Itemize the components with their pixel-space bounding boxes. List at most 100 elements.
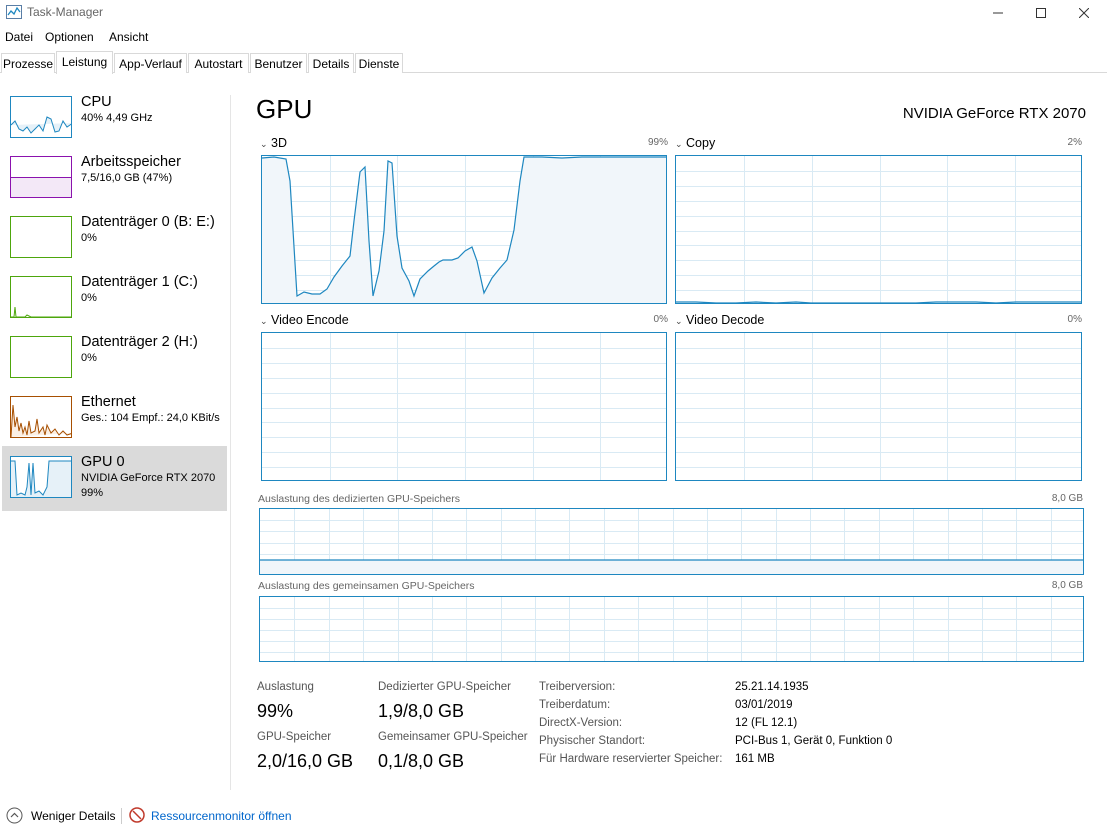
tab-bar: Prozesse Leistung App-Verlauf Autostart …: [0, 51, 1107, 74]
page-title: GPU: [256, 94, 313, 124]
sidebar-item-disk0[interactable]: Datenträger 0 (B: E:) 0%: [2, 210, 227, 274]
sidebar-item-ethernet[interactable]: Ethernet Ges.: 104 Empf.: 24,0 KBit/s: [2, 390, 227, 454]
maximize-icon: [1036, 8, 1046, 18]
task-manager-icon: [6, 5, 22, 19]
engine-3d-graph-svg: [262, 156, 666, 303]
title-bar: Task-Manager: [0, 0, 1107, 26]
info-value-driver-version: 25.21.14.1935: [735, 681, 809, 693]
sidebar: CPU 40% 4,49 GHz Arbeitsspeicher 7,5/16,…: [0, 90, 230, 790]
sidebar-memory-sub: 7,5/16,0 GB (47%): [81, 172, 173, 184]
sidebar-disk0-sub: 0%: [81, 232, 97, 244]
sidebar-item-disk2[interactable]: Datenträger 2 (H:) 0%: [2, 330, 227, 394]
gpu-model-name: NVIDIA GeForce RTX 2070: [902, 105, 1086, 122]
info-label-location: Physischer Standort:: [539, 735, 646, 747]
util-value: 99%: [257, 701, 294, 721]
engine-3d-value: 99%: [647, 137, 668, 148]
info-value-location: PCI-Bus 1, Gerät 0, Funktion 0: [735, 735, 893, 747]
tab-app-verlauf[interactable]: App-Verlauf: [114, 53, 187, 73]
engine-decode-label[interactable]: ⌄ Video Decode: [675, 313, 764, 327]
dedicated-label: Dedizierter GPU-Speicher: [378, 681, 511, 693]
tab-prozesse[interactable]: Prozesse: [1, 53, 55, 73]
engine-3d-series: [262, 156, 666, 303]
info-value-driver-date: 03/01/2019: [735, 699, 793, 711]
sidebar-disk0-name: Datenträger 0 (B: E:): [81, 214, 215, 230]
gpumem-value: 2,0/16,0 GB: [257, 751, 354, 771]
engine-3d-name: 3D: [271, 136, 288, 150]
shared-mem-max: 8,0 GB: [1051, 580, 1083, 591]
chevron-down-icon: ⌄: [260, 139, 268, 149]
engine-copy-graph-svg: [676, 156, 1081, 303]
engine-encode-graph-svg: [262, 333, 666, 480]
tab-leistung[interactable]: Leistung: [56, 51, 113, 74]
dedicated-mem-label: Auslastung des dedizierten GPU-Speichers: [258, 493, 460, 505]
sidebar-disk1-name: Datenträger 1 (C:): [81, 274, 198, 290]
disk2-thumbnail: [10, 336, 72, 378]
close-icon: [1079, 8, 1089, 18]
sidebar-item-memory[interactable]: Arbeitsspeicher 7,5/16,0 GB (47%): [2, 150, 227, 214]
chevron-down-icon: ⌄: [675, 316, 683, 326]
engine-encode-label[interactable]: ⌄ Video Encode: [260, 313, 349, 327]
engine-decode-graph-svg: [676, 333, 1081, 480]
dedicated-mem-max: 8,0 GB: [1051, 493, 1083, 504]
engine-decode-graph: [675, 332, 1082, 481]
resource-monitor-label: Ressourcenmonitor öffnen: [151, 809, 292, 823]
engine-encode-name: Video Encode: [271, 313, 349, 327]
tab-details[interactable]: Details: [308, 53, 354, 73]
shared-value: 0,1/8,0 GB: [378, 751, 465, 771]
tab-autostart[interactable]: Autostart: [188, 53, 249, 73]
shared-mem-graph-svg: [260, 597, 1083, 661]
disk0-thumbnail: [10, 216, 72, 258]
sidebar-memory-name: Arbeitsspeicher: [81, 154, 181, 170]
less-details-label: Weniger Details: [31, 809, 116, 823]
info-value-reserved: 161 MB: [735, 753, 775, 765]
tab-dienste[interactable]: Dienste: [355, 53, 403, 73]
engine-encode-value: 0%: [653, 314, 668, 325]
sidebar-cpu-name: CPU: [81, 94, 112, 110]
sidebar-item-gpu0[interactable]: GPU 0 NVIDIA GeForce RTX 2070 99%: [2, 446, 227, 511]
sidebar-item-cpu[interactable]: CPU 40% 4,49 GHz: [2, 90, 227, 154]
menu-ansicht[interactable]: Ansicht: [109, 30, 148, 44]
minimize-button[interactable]: [975, 0, 1021, 26]
info-label-driver-date: Treiberdatum:: [539, 699, 611, 711]
sidebar-cpu-sub: 40% 4,49 GHz: [81, 112, 153, 124]
gpu0-thumbnail: [10, 456, 72, 498]
disk1-thumbnail: [10, 276, 72, 318]
dedicated-mem-graph: [259, 508, 1084, 575]
resource-monitor-icon: [129, 807, 145, 823]
tab-benutzer[interactable]: Benutzer: [250, 53, 307, 73]
sidebar-item-disk1[interactable]: Datenträger 1 (C:) 0%: [2, 270, 227, 334]
engine-copy-value: 2%: [1067, 137, 1082, 148]
menu-datei[interactable]: Datei: [5, 30, 33, 44]
shared-mem-label: Auslastung des gemeinsamen GPU-Speichers: [258, 580, 475, 592]
engine-copy-graph: [675, 155, 1082, 304]
engine-3d-graph: [261, 155, 667, 304]
engine-3d-label[interactable]: ⌄ 3D: [260, 136, 287, 150]
sidebar-disk2-name: Datenträger 2 (H:): [81, 334, 198, 350]
sidebar-divider: [230, 95, 231, 790]
sidebar-gpu0-util: 99%: [81, 487, 104, 499]
info-label-directx: DirectX-Version:: [539, 717, 623, 729]
info-label-reserved: Für Hardware reservierter Speicher:: [539, 753, 723, 765]
ethernet-thumbnail: [10, 396, 72, 438]
menu-optionen[interactable]: Optionen: [45, 30, 94, 44]
footer: Weniger Details Ressourcenmonitor öffnen: [0, 800, 1107, 834]
minimize-icon: [993, 12, 1003, 14]
engine-copy-label[interactable]: ⌄ Copy: [675, 136, 715, 150]
maximize-button[interactable]: [1018, 0, 1064, 26]
shared-label: Gemeinsamer GPU-Speicher: [378, 731, 528, 743]
chevron-down-icon: ⌄: [260, 316, 268, 326]
util-label: Auslastung: [257, 681, 314, 693]
memory-thumbnail: [10, 156, 72, 198]
close-button[interactable]: [1061, 0, 1107, 26]
cpu-thumbnail: [10, 96, 72, 138]
info-label-driver-version: Treiberversion:: [539, 681, 616, 693]
chevron-down-icon: ⌄: [675, 139, 683, 149]
gpumem-label: GPU-Speicher: [257, 731, 332, 743]
chevron-up-circle-icon: [6, 807, 23, 824]
engine-decode-value: 0%: [1067, 314, 1082, 325]
window-title: Task-Manager: [27, 5, 104, 19]
info-value-directx: 12 (FL 12.1): [735, 717, 798, 729]
sidebar-gpu0-sub: NVIDIA GeForce RTX 2070: [81, 472, 216, 484]
sidebar-disk2-sub: 0%: [81, 352, 97, 364]
dedicated-mem-graph-svg: [260, 509, 1083, 574]
